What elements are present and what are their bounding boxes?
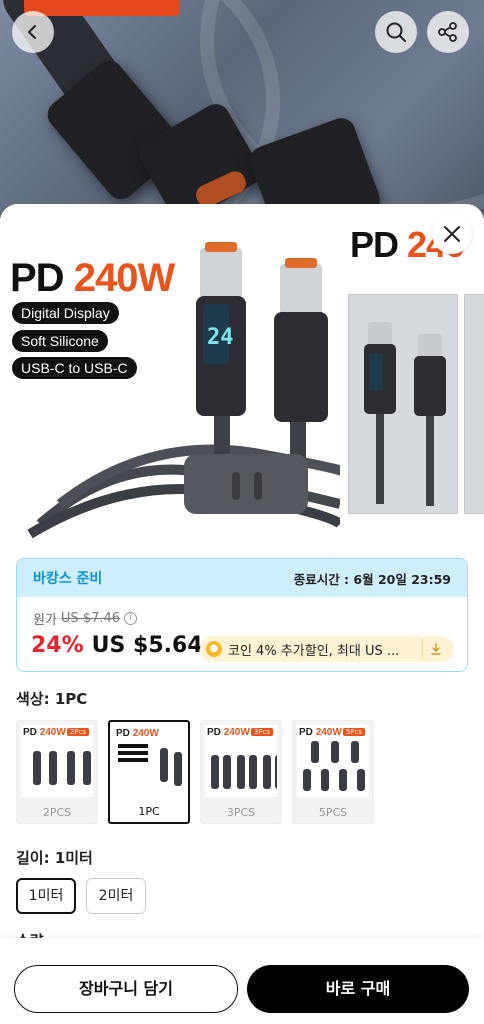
gallery-image-main[interactable]: PD 240W Digital Display Soft Silicone US…	[0, 204, 340, 544]
thumb-title: PD 240W	[299, 727, 342, 738]
thumb-tag: 3Pcs	[250, 728, 273, 736]
color-label: 색상: 1PC	[16, 690, 88, 708]
info-icon[interactable]: i	[124, 612, 138, 625]
chevron-left-icon	[28, 25, 36, 39]
variant-thumbnail: PD 240W 5Pcs	[297, 725, 369, 797]
promo-card: 바캉스 준비 종료시간 : 6월 20일 23:59 원가 US $7.46 i…	[16, 558, 468, 672]
length-option-2m[interactable]: 2미터	[86, 878, 146, 914]
original-price: US $7.46	[60, 611, 121, 626]
thumb-title: PD 240W	[116, 728, 159, 739]
gallery-image-next[interactable]: PD 240	[346, 204, 484, 544]
variant-thumbnail: PD 240W 3Pcs	[205, 725, 277, 797]
coin-discount-text: 코인 4% 추가할인, 최대 US ...	[228, 643, 400, 659]
length-options: 1미터 2미터	[16, 878, 146, 914]
color-option-5pcs[interactable]: PD 240W 5Pcs 5PCS	[292, 720, 374, 824]
color-option-2pcs[interactable]: PD 240W 2Pcs 2PCS	[16, 720, 98, 824]
price-line: 24% US $5.64	[31, 633, 203, 658]
original-price-label: 원가	[33, 613, 57, 628]
variant-thumbnail: PD 240W 2Pcs	[21, 725, 93, 797]
thumb-title: PD 240W	[207, 727, 250, 738]
cable-illustration: 24	[27, 242, 340, 539]
sku-bottom-sheet: PD 240W Digital Display Soft Silicone US…	[0, 204, 484, 1024]
variant-thumbnail: PD 240W	[114, 726, 184, 798]
variant-label: 5PCS	[318, 806, 348, 819]
discount-percent: 24%	[31, 633, 84, 658]
back-button[interactable]	[12, 11, 54, 53]
close-icon	[444, 226, 460, 242]
thumb-tag: 2Pcs	[66, 728, 89, 736]
hero-badge	[24, 0, 180, 16]
variant-label: 1PC	[138, 805, 160, 818]
share-icon	[438, 22, 457, 42]
promo-event-name: 바캉스 준비	[33, 571, 103, 587]
share-button[interactable]	[427, 11, 469, 53]
image-gallery[interactable]: PD 240W Digital Display Soft Silicone US…	[0, 204, 484, 544]
color-options: PD 240W 2Pcs 2PCS PD 240W 1PC PD 240W 3P…	[16, 720, 374, 824]
coin-icon: ●	[206, 641, 222, 657]
buy-now-button[interactable]: 바로 구매	[247, 965, 469, 1013]
promo-end-time: 종료시간 : 6월 20일 23:59	[293, 571, 451, 587]
original-price-line: 원가 US $7.46 i	[33, 609, 138, 628]
download-icon[interactable]	[422, 639, 448, 659]
length-label: 길이: 1미터	[16, 849, 93, 867]
sale-price: US $5.64	[91, 633, 203, 658]
bottom-action-bar: 장바구니 담기 바로 구매	[0, 938, 484, 1024]
side-cable-illustration	[364, 322, 446, 506]
promo-header: 바캉스 준비 종료시간 : 6월 20일 23:59	[17, 559, 467, 597]
add-to-cart-button[interactable]: 장바구니 담기	[14, 965, 238, 1013]
close-button[interactable]	[432, 214, 472, 254]
color-option-1pc[interactable]: PD 240W 1PC	[108, 720, 190, 824]
svg-text:24: 24	[207, 325, 234, 350]
variant-label: 2PCS	[42, 806, 72, 819]
search-button[interactable]	[375, 11, 417, 53]
thumb-title: PD 240W	[23, 727, 66, 738]
search-icon	[386, 22, 406, 42]
color-option-3pcs[interactable]: PD 240W 3Pcs 3PCS	[200, 720, 282, 824]
thumb-tag: 5Pcs	[342, 728, 365, 736]
coin-discount-chip[interactable]: ● 코인 4% 추가할인, 최대 US ...	[200, 636, 454, 662]
length-option-1m[interactable]: 1미터	[16, 878, 76, 914]
variant-label: 3PCS	[226, 806, 256, 819]
